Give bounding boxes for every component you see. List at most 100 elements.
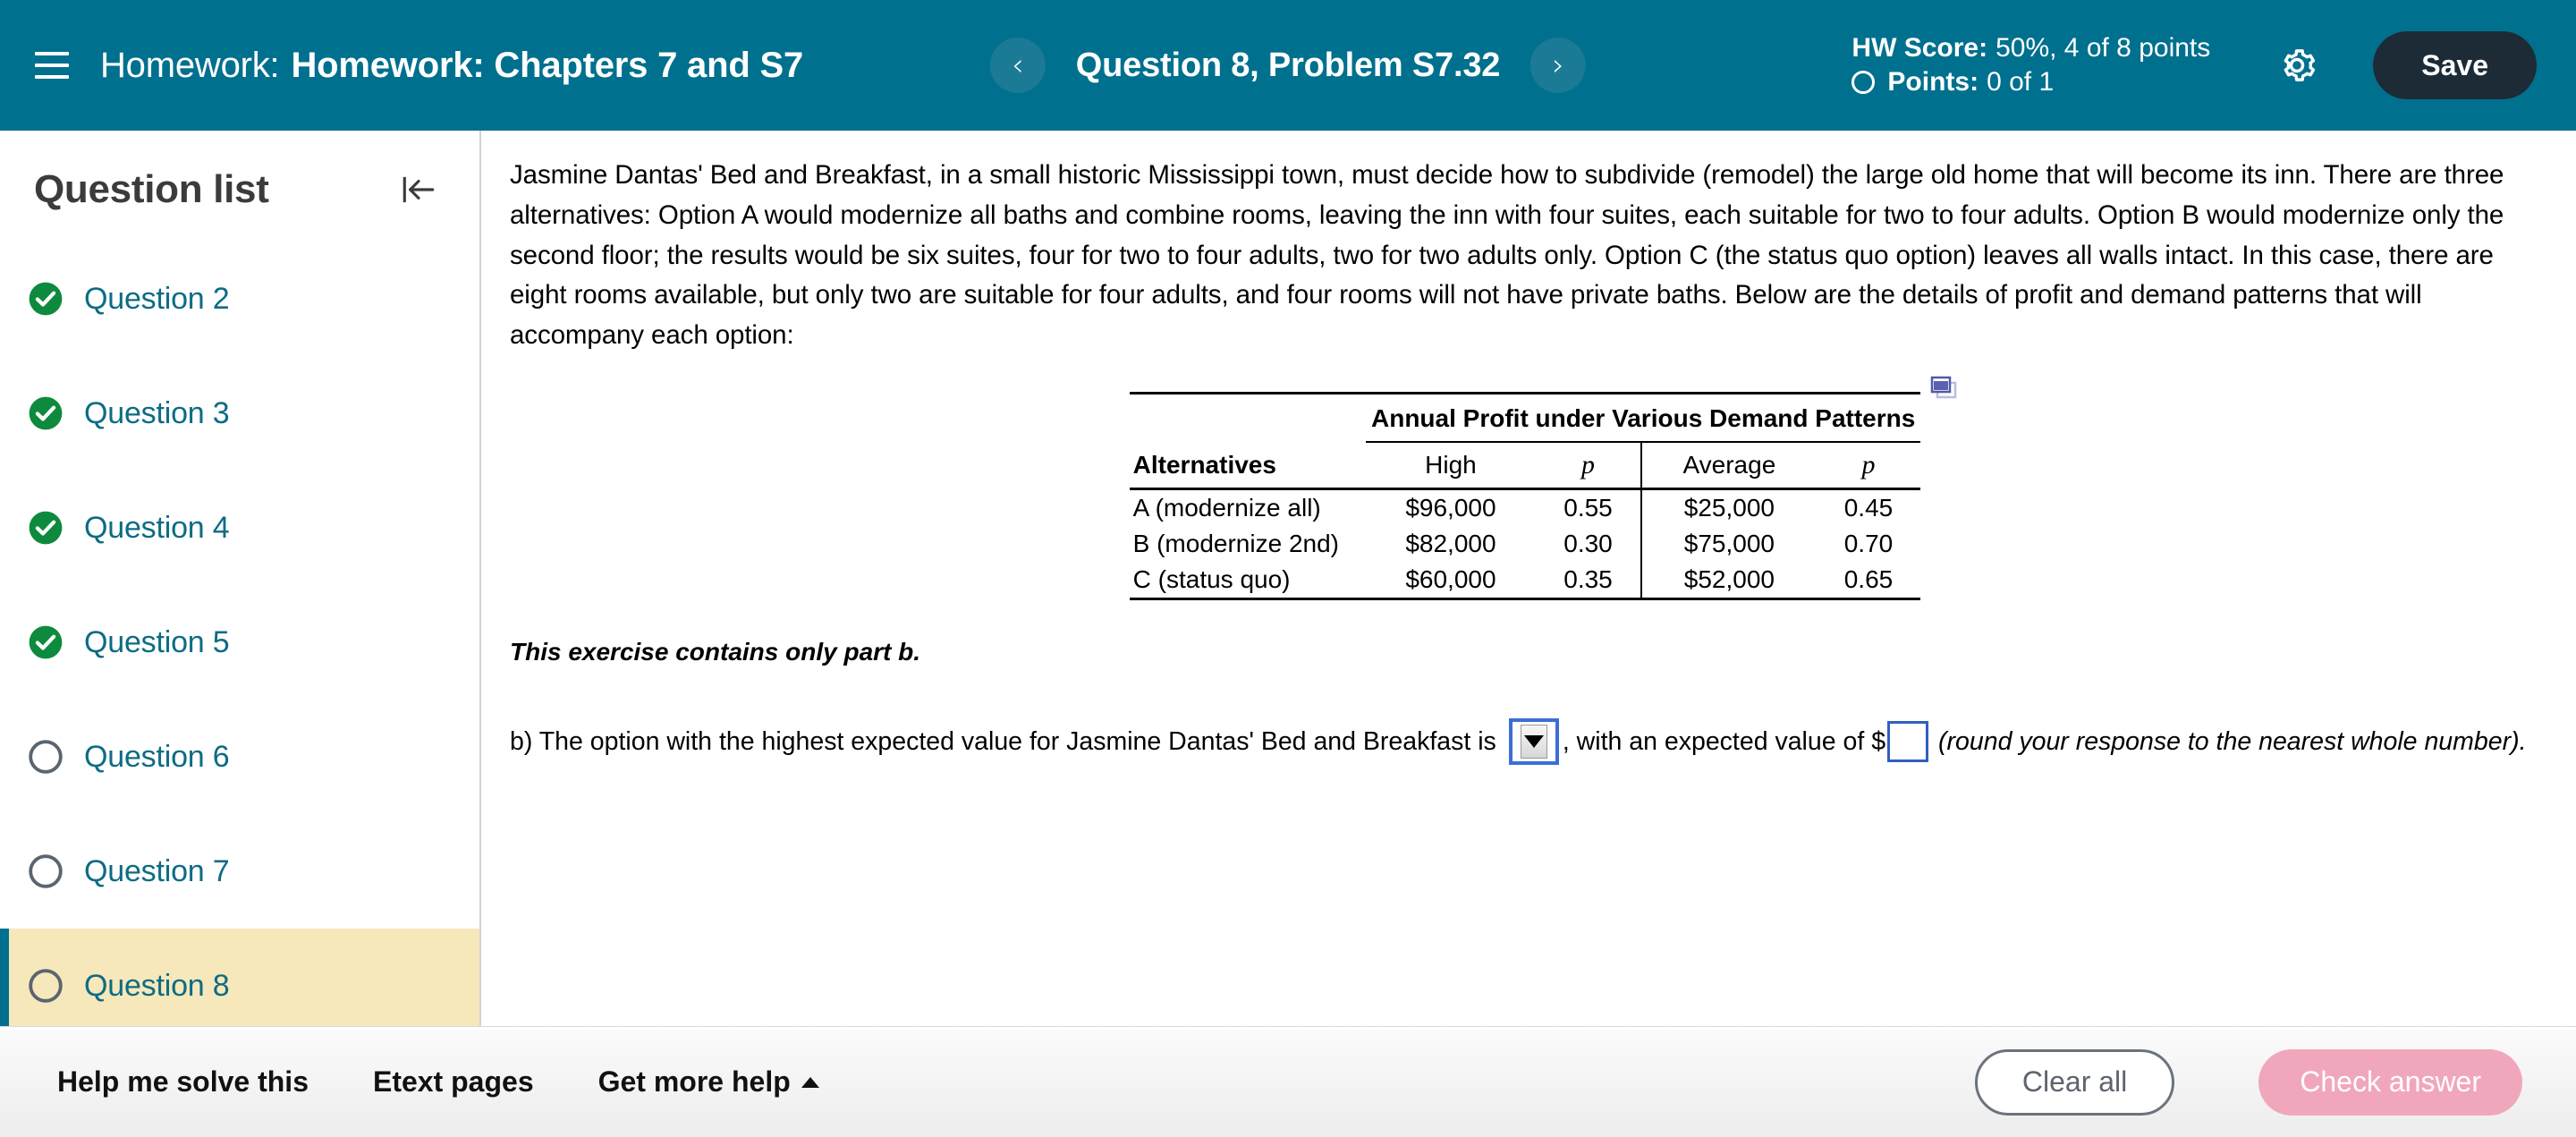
- table-body: A (modernize all) $96,000 0.55 $25,000 0.45 B…: [1129, 488, 1921, 601]
- col-header-average: Average: [1640, 442, 1817, 491]
- body-row: Question list Question 2 Question 3 Questi…: [0, 131, 2576, 1026]
- spacer-cell: [1129, 392, 1366, 443]
- collapse-sidebar-button[interactable]: [394, 165, 444, 215]
- homework-app: Homework: Homework: Chapters 7 and S7 ‹ …: [0, 0, 2576, 1137]
- hamburger-bar: [35, 52, 69, 55]
- points-label: Points:: [1887, 67, 1979, 97]
- get-more-help-label: Get more help: [597, 1065, 791, 1098]
- cell-average: $52,000: [1640, 562, 1817, 601]
- col-header-high: High: [1366, 442, 1536, 491]
- sidebar-item-label: Question 7: [84, 853, 230, 888]
- cell-p-average: 0.45: [1843, 494, 1894, 522]
- empty-circle-icon: [27, 853, 64, 890]
- sidebar-item-question-6[interactable]: Question 6: [0, 700, 479, 814]
- caret-up-icon: [801, 1076, 819, 1088]
- hamburger-icon[interactable]: [27, 40, 77, 90]
- collapse-left-icon: [402, 176, 435, 203]
- table-row: B (modernize 2nd) $82,000 0.30 $75,000 0.70: [1130, 526, 1921, 563]
- table-group-header-row: Annual Profit under Various Demand Patte…: [1129, 392, 1921, 444]
- cell-average: $25,000: [1640, 488, 1817, 527]
- col-header-alternatives: Alternatives: [1129, 442, 1366, 491]
- part-b-answer-row: b) The option with the highest expected …: [510, 718, 2540, 766]
- prev-question-button[interactable]: ‹: [989, 38, 1046, 93]
- cell-p-average: 0.70: [1843, 530, 1894, 558]
- sidebar-title: Question list: [34, 167, 269, 211]
- check-circle-icon: [27, 624, 64, 661]
- dropdown-arrow-icon: [1523, 735, 1544, 749]
- group-header: Annual Profit under Various Demand Patte…: [1366, 392, 1921, 444]
- sidebar-item-question-7[interactable]: Question 7: [0, 814, 479, 929]
- question-navigation: ‹ Question 8, Problem S7.32 ›: [989, 0, 1587, 131]
- check-circle-icon: [27, 280, 64, 318]
- sidebar-header: Question list: [0, 131, 479, 215]
- next-question-button[interactable]: ›: [1530, 38, 1587, 93]
- cell-high: $82,000: [1405, 530, 1496, 558]
- cell-high: $96,000: [1405, 494, 1496, 522]
- data-table-region: Annual Profit under Various Demand Patte…: [510, 376, 2540, 601]
- breadcrumb: Homework:: [100, 45, 280, 85]
- table-row: C (status quo) $60,000 0.35 $52,000 0.65: [1129, 562, 1921, 601]
- sidebar-item-question-4[interactable]: Question 4: [0, 471, 479, 585]
- table-head: Annual Profit under Various Demand Patte…: [1129, 392, 1921, 491]
- page-title: Homework: Chapters 7 and S7: [291, 45, 803, 85]
- check-circle-icon: [27, 395, 64, 432]
- option-dropdown[interactable]: [1508, 718, 1559, 766]
- cell-alternative: A (modernize all): [1132, 494, 1321, 522]
- bottom-toolbar: Help me solve this Etext pages Get more …: [0, 1026, 2576, 1137]
- score-block: HW Score: 50%, 4 of 8 points Points: 0 o…: [1852, 31, 2210, 100]
- points-status-icon: [1852, 71, 1876, 95]
- hamburger-bar: [35, 75, 69, 79]
- cell-average: $75,000: [1640, 526, 1817, 563]
- rounding-instruction: (round your response to the nearest whol…: [1938, 726, 2527, 756]
- sidebar-item-label: Question 2: [84, 281, 230, 316]
- current-question-label: Question 8, Problem S7.32: [1075, 46, 1501, 84]
- profit-demand-table: Annual Profit under Various Demand Patte…: [1129, 392, 1921, 601]
- sidebar-item-question-3[interactable]: Question 3: [0, 356, 479, 471]
- points-value: 0 of 1: [1987, 67, 2055, 97]
- table-column-header-row: Alternatives High p Average p: [1129, 442, 1921, 491]
- settings-button[interactable]: [2267, 36, 2326, 95]
- clear-all-button[interactable]: Clear all: [1974, 1048, 2175, 1116]
- part-b-middle: , with an expected value of $: [1562, 726, 1886, 756]
- question-content: Jasmine Dantas' Bed and Breakfast, in a …: [481, 131, 2576, 1026]
- col-header-p-average: p: [1816, 442, 1921, 491]
- dropdown-button-face: [1520, 725, 1547, 759]
- etext-pages-button[interactable]: Etext pages: [368, 1065, 539, 1099]
- toolbar-divider: [0, 1027, 2576, 1030]
- popout-window-icon[interactable]: [1929, 376, 1960, 401]
- exercise-note: This exercise contains only part b.: [510, 638, 921, 666]
- help-me-solve-this-button[interactable]: Help me solve this: [52, 1065, 314, 1099]
- table-row: A (modernize all) $96,000 0.55 $25,000 0.45: [1130, 488, 1921, 527]
- sidebar-item-question-2[interactable]: Question 2: [0, 242, 479, 356]
- expected-value-input[interactable]: [1887, 721, 1929, 763]
- sidebar-item-label: Question 3: [84, 395, 230, 430]
- hamburger-bar: [35, 64, 69, 67]
- chevron-right-icon: ›: [1552, 47, 1564, 83]
- sidebar-item-label: Question 5: [84, 624, 230, 659]
- cell-p-high: 0.35: [1535, 562, 1642, 601]
- check-answer-button[interactable]: Check answer: [2258, 1048, 2522, 1116]
- points-row: Points: 0 of 1: [1852, 65, 2210, 99]
- toolbar-actions: Clear all Check answer: [1974, 1048, 2522, 1116]
- cell-alternative: B (modernize 2nd): [1132, 530, 1339, 558]
- header-right-group: HW Score: 50%, 4 of 8 points Points: 0 o…: [1852, 31, 2537, 100]
- sidebar-item-label: Question 8: [84, 968, 230, 1003]
- cell-p-high: 0.55: [1563, 494, 1613, 522]
- sidebar-item-question-5[interactable]: Question 5: [0, 585, 479, 700]
- gear-icon: [2284, 49, 2316, 81]
- cell-p-average: 0.65: [1816, 562, 1921, 601]
- save-button[interactable]: Save: [2373, 31, 2537, 99]
- cell-high: $60,000: [1366, 562, 1536, 601]
- get-more-help-button[interactable]: Get more help: [593, 1065, 825, 1099]
- app-header: Homework: Homework: Chapters 7 and S7 ‹ …: [0, 0, 2576, 131]
- empty-circle-icon: [27, 738, 64, 776]
- col-header-p-high: p: [1535, 442, 1642, 491]
- sidebar-item-question-8[interactable]: Question 8: [0, 929, 479, 1026]
- empty-circle-icon: [27, 967, 64, 1005]
- chevron-left-icon: ‹: [1011, 47, 1024, 83]
- part-b-prefix: b) The option with the highest expected …: [510, 726, 1496, 756]
- cell-p-high: 0.30: [1563, 530, 1613, 558]
- question-prompt: Jasmine Dantas' Bed and Breakfast, in a …: [510, 160, 2504, 351]
- question-list: Question 2 Question 3 Question 4 Question 5…: [0, 242, 479, 1026]
- hw-score-row: HW Score: 50%, 4 of 8 points: [1852, 31, 2210, 65]
